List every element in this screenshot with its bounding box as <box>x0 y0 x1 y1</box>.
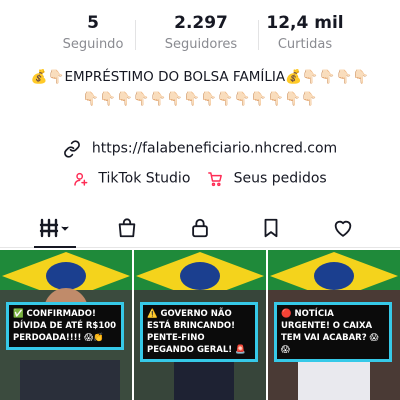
grid-bars-icon <box>39 218 69 238</box>
heart-icon <box>334 220 352 237</box>
bio-link-url: https://falabeneficiario.nhcred.com <box>91 140 338 157</box>
shopping-bag-icon <box>118 218 136 238</box>
likes-label: Curtidas <box>277 37 333 52</box>
tab-private[interactable] <box>175 208 225 248</box>
bio-link[interactable]: https://falabeneficiario.nhcred.com <box>0 137 400 159</box>
video-caption: ⚠️ GOVERNO NÃO ESTÁ BRINCANDO! PENTE-FIN… <box>140 302 258 362</box>
profile-stats: 5 Seguindo 2.297 Seguidores 12,4 mil Cur… <box>0 12 400 58</box>
link-icon <box>63 139 80 158</box>
tiktok-studio-button[interactable]: TikTok Studio <box>73 168 190 187</box>
likes-stat[interactable]: 12,4 mil Curtidas <box>250 12 360 54</box>
followers-label: Seguidores <box>164 37 238 52</box>
orders-button[interactable]: Seus pedidos <box>207 168 327 187</box>
followers-count: 2.297 <box>174 13 228 33</box>
tiktok-studio-label: TikTok Studio <box>98 170 191 187</box>
video-caption: ✅ CONFIRMADO! DÍVIDA DE ATÉ R$100 PERDOA… <box>6 302 124 350</box>
following-stat[interactable]: 5 Seguindo <box>38 12 148 54</box>
tab-liked[interactable] <box>318 208 368 248</box>
creator-tools: TikTok Studio Seus pedidos <box>0 167 400 189</box>
likes-count: 12,4 mil <box>266 13 344 33</box>
video-grid: ✅ CONFIRMADO! DÍVIDA DE ATÉ R$100 PERDOA… <box>0 250 400 400</box>
lock-icon <box>192 218 208 238</box>
video-thumbnail[interactable]: ⚠️ GOVERNO NÃO ESTÁ BRINCANDO! PENTE-FIN… <box>134 250 266 400</box>
bookmark-icon <box>264 218 278 238</box>
studio-person-icon <box>74 172 88 186</box>
tab-favorites[interactable] <box>246 208 296 248</box>
profile-bio: 💰👇🏻EMPRÉSTIMO DO BOLSA FAMÍLIA💰👇🏻👇🏻👇🏻👇🏻👇… <box>30 69 370 107</box>
followers-stat[interactable]: 2.297 Seguidores <box>146 12 256 54</box>
stat-divider <box>135 20 136 50</box>
following-label: Seguindo <box>62 37 124 52</box>
tab-videos[interactable] <box>30 208 80 248</box>
profile-tabs <box>0 208 400 248</box>
tab-shop[interactable] <box>102 208 152 248</box>
following-count: 5 <box>87 13 99 33</box>
orders-label: Seus pedidos <box>233 170 327 187</box>
video-thumbnail[interactable]: ✅ CONFIRMADO! DÍVIDA DE ATÉ R$100 PERDOA… <box>0 250 132 400</box>
cart-icon <box>208 171 223 186</box>
active-tab-indicator <box>34 246 76 248</box>
video-thumbnail[interactable]: 🔴 NOTÍCIA URGENTE! O CAIXA TEM VAI ACABA… <box>268 250 400 400</box>
video-caption: 🔴 NOTÍCIA URGENTE! O CAIXA TEM VAI ACABA… <box>274 302 392 362</box>
